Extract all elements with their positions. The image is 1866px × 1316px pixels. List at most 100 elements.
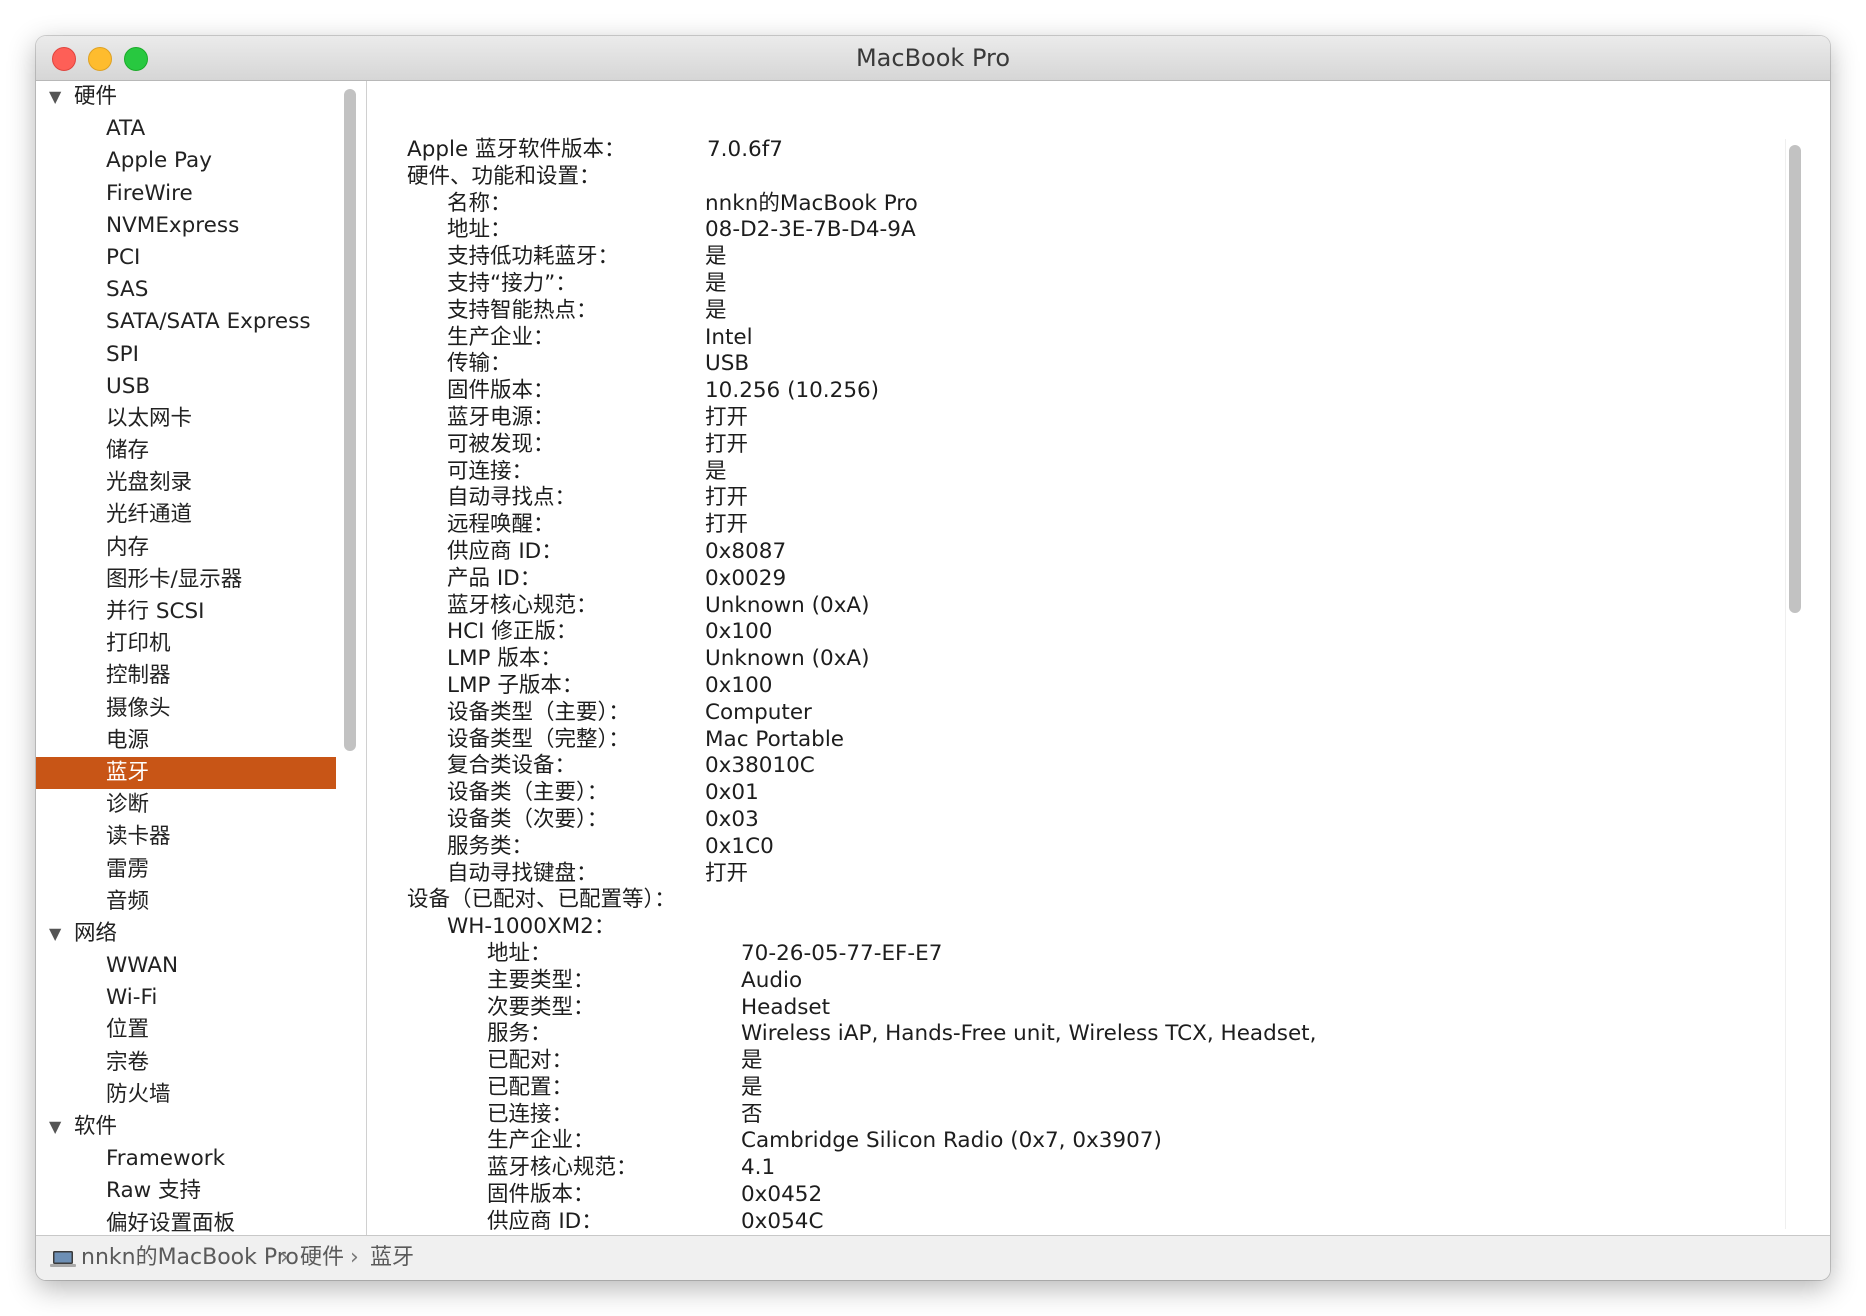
detail-key: 支持“接力”： — [447, 270, 577, 296]
breadcrumb-hardware[interactable]: 硬件 — [300, 1236, 344, 1280]
sidebar-item[interactable]: SPI — [36, 339, 366, 371]
detail-key: 蓝牙核心规范： — [487, 1155, 638, 1181]
sidebar-item-label: 控制器 — [106, 663, 171, 689]
detail-key: 已配对： — [487, 1048, 574, 1074]
sidebar-item[interactable]: ATA — [36, 113, 366, 145]
detail-value: Headset — [741, 994, 831, 1020]
sidebar-item[interactable]: WWAN — [36, 950, 366, 982]
sidebar-item[interactable]: SAS — [36, 274, 366, 306]
disclosure-triangle-icon[interactable]: ▼ — [49, 81, 61, 113]
detail-value: 08-D2-3E-7B-D4-9A — [705, 217, 916, 243]
sidebar-item[interactable]: 位置 — [36, 1014, 366, 1046]
sidebar-item[interactable]: 摄像头 — [36, 693, 366, 725]
sidebar-item[interactable]: 光纤通道 — [36, 499, 366, 531]
detail-value: 是 — [741, 1074, 763, 1100]
sidebar-item[interactable]: 蓝牙 — [36, 756, 336, 790]
sidebar-item[interactable]: 雷雳 — [36, 854, 366, 886]
sidebar-item[interactable]: SATA/SATA Express — [36, 306, 366, 338]
sidebar-item-label: ATA — [106, 116, 146, 142]
detail-key: 支持低功耗蓝牙： — [447, 244, 620, 270]
sidebar-item[interactable]: 打印机 — [36, 628, 366, 660]
detail-pane: Apple 蓝牙软件版本： 7.0.6f7 硬件、功能和设置： 名称： nnkn的Mac… — [367, 81, 1830, 1235]
sidebar-item[interactable]: 宗卷 — [36, 1047, 366, 1079]
detail-value: 是 — [741, 1048, 763, 1074]
detail-key: 可连接： — [447, 458, 534, 484]
sidebar-item-label: 蓝牙 — [106, 759, 150, 785]
sidebar-item-label: 打印机 — [106, 631, 171, 657]
detail-key: 地址： — [447, 217, 512, 243]
detail-key: 服务类： — [447, 833, 534, 859]
sidebar-item[interactable]: 音频 — [36, 886, 366, 918]
detail-key: 可被发现： — [447, 431, 555, 457]
sidebar-item[interactable]: 内存 — [36, 532, 366, 564]
detail-value: 10.256 (10.256) — [705, 378, 880, 404]
detail-value: Wireless iAP, Hands-Free unit, Wireless … — [741, 1021, 1317, 1047]
detail-key: 生产企业： — [447, 324, 555, 350]
detail-key: 名称： — [447, 190, 512, 216]
detail-value: 0x8087 — [705, 538, 787, 564]
sidebar-item[interactable]: 诊断 — [36, 789, 366, 821]
detail-key: 远程唤醒： — [447, 512, 555, 538]
sidebar-category[interactable]: ▼ 软件 — [36, 1111, 366, 1143]
detail-key: 自动寻找键盘： — [447, 860, 598, 886]
sidebar-item-label: 以太网卡 — [106, 405, 193, 431]
sidebar-item[interactable]: Raw 支持 — [36, 1175, 366, 1207]
sidebar-item-label: 音频 — [106, 888, 150, 914]
detail-key: 设备类（主要）： — [447, 780, 609, 806]
detail-value: Unknown (0xA) — [705, 592, 870, 618]
laptop-icon — [50, 1251, 76, 1267]
detail-key: 蓝牙电源： — [447, 404, 555, 430]
sidebar: ▼ 硬件 ATA Apple Pay FireWire NVMExpress PCI SAS S… — [36, 81, 367, 1235]
disclosure-triangle-icon[interactable]: ▼ — [49, 1111, 61, 1143]
sidebar-item[interactable]: 以太网卡 — [36, 403, 366, 435]
detail-value: 0x01 — [705, 780, 759, 806]
detail-key: 地址： — [487, 940, 552, 966]
detail-scroll-thumb[interactable] — [1789, 145, 1801, 613]
sidebar-item-label: 储存 — [106, 438, 150, 464]
sidebar-item-label: 光盘刻录 — [106, 470, 193, 496]
detail-value: 0x38010C — [705, 753, 815, 779]
breadcrumb-computer[interactable]: nnkn的MacBook Pro — [81, 1236, 299, 1280]
disclosure-triangle-icon[interactable]: ▼ — [49, 918, 61, 950]
sidebar-item-label: 位置 — [106, 1017, 150, 1043]
sidebar-item[interactable]: 偏好设置面板 — [36, 1208, 366, 1235]
detail-key: 产品 ID： — [447, 565, 542, 591]
detail-value: Unknown (0xA) — [705, 646, 870, 672]
sidebar-item-label: SATA/SATA Express — [106, 309, 311, 335]
sidebar-item[interactable]: 防火墙 — [36, 1079, 366, 1111]
detail-key: 蓝牙核心规范： — [447, 592, 598, 618]
sidebar-item[interactable]: 电源 — [36, 725, 366, 757]
detail-value: 打开 — [705, 512, 749, 538]
detail-key: 固件版本： — [487, 1182, 595, 1208]
sidebar-item[interactable]: PCI — [36, 242, 366, 274]
detail-value: 是 — [705, 458, 727, 484]
sidebar-item[interactable]: Apple Pay — [36, 145, 366, 177]
sidebar-item-label: 网络 — [74, 920, 118, 946]
sidebar-item[interactable]: 光盘刻录 — [36, 467, 366, 499]
sidebar-item[interactable]: USB — [36, 371, 366, 403]
sidebar-category[interactable]: ▼ 网络 — [36, 918, 366, 950]
sidebar-item[interactable]: 图形卡/显示器 — [36, 564, 366, 596]
sidebar-item[interactable]: 读卡器 — [36, 821, 366, 853]
sidebar-item[interactable]: 控制器 — [36, 660, 366, 692]
sidebar-item-label: 软件 — [74, 1114, 118, 1139]
sidebar-item[interactable]: Wi-Fi — [36, 982, 366, 1014]
detail-key: 供应商 ID： — [487, 1208, 603, 1234]
sidebar-item[interactable]: 并行 SCSI — [36, 596, 366, 628]
detail-value: 否 — [741, 1101, 763, 1127]
sidebar-item-label: FireWire — [106, 180, 193, 206]
sidebar-category[interactable]: ▼ 硬件 — [36, 81, 366, 113]
detail-key: 供应商 ID： — [447, 538, 563, 564]
detail-key: 已配置： — [487, 1074, 574, 1100]
breadcrumb-bluetooth[interactable]: 蓝牙 — [370, 1236, 414, 1280]
sidebar-item[interactable]: NVMExpress — [36, 210, 366, 242]
detail-value: 打开 — [705, 860, 749, 886]
detail-value: 0x054C — [741, 1208, 824, 1234]
detail-key: HCI 修正版： — [447, 619, 578, 645]
title-bar: MacBook Pro — [36, 36, 1830, 81]
sidebar-item[interactable]: FireWire — [36, 178, 366, 210]
sidebar-scroll-thumb[interactable] — [344, 89, 356, 751]
sidebar-item-label: 光纤通道 — [106, 502, 193, 528]
sidebar-item[interactable]: Framework — [36, 1143, 366, 1175]
sidebar-item[interactable]: 储存 — [36, 435, 366, 467]
